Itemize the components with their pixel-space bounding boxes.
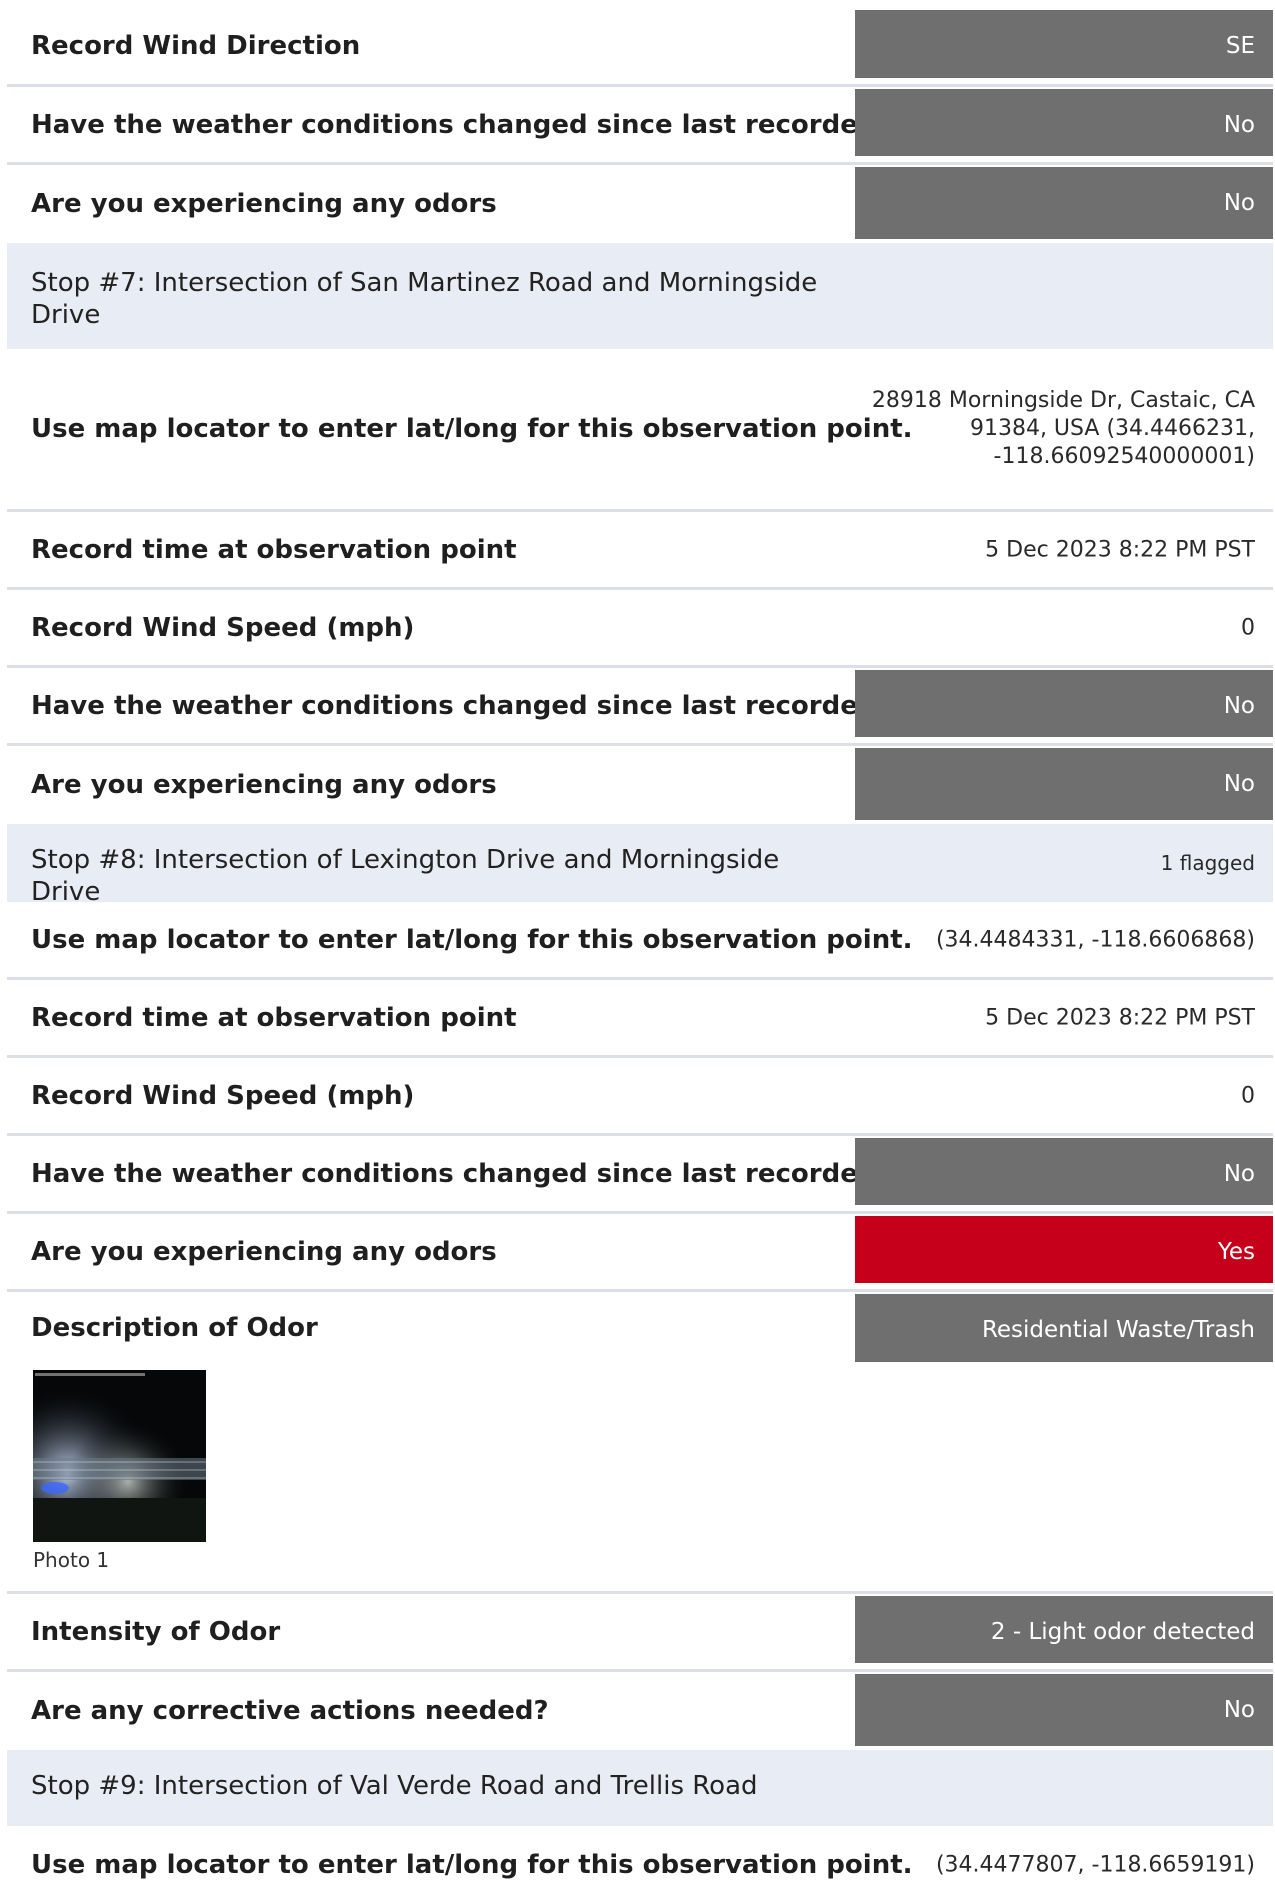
- row-label: Use map locator to enter lat/long for th…: [31, 414, 913, 444]
- answer-value: Residential Waste/Trash: [981, 1317, 1255, 1343]
- location-value: 28918 Morningside Dr, Castaic, CA 91384,…: [871, 388, 1255, 469]
- report-row: Use map locator to enter lat/long for th…: [7, 349, 1273, 512]
- answer-value: No: [1223, 693, 1255, 719]
- stop-header: Stop #7: Intersection of San Martinez Ro…: [7, 243, 1273, 349]
- report-row: Record Wind Speed (mph) 0: [7, 590, 1273, 668]
- stop-header: Stop #8: Intersection of Lexington Drive…: [7, 824, 1273, 907]
- row-label: Have the weather conditions changed sinc…: [31, 1158, 892, 1189]
- time-value: 5 Dec 2023 8:22 PM PST: [985, 1005, 1255, 1030]
- answer-box: SE: [855, 10, 1273, 78]
- report-row: Use map locator to enter lat/long for th…: [7, 1826, 1273, 1904]
- inspection-report: Record Wind Direction SE Have the weathe…: [0, 0, 1275, 1904]
- report-row: Record Wind Speed (mph) 0: [7, 1058, 1273, 1136]
- row-label: Record Wind Speed (mph): [31, 1080, 415, 1111]
- odor-photo-thumbnail[interactable]: [33, 1370, 206, 1542]
- row-label: Description of Odor: [31, 1313, 318, 1343]
- answer-box: No: [855, 167, 1273, 239]
- row-label: Use map locator to enter lat/long for th…: [31, 1850, 913, 1880]
- location-value: (34.4484331, -118.6606868): [935, 927, 1255, 952]
- row-label: Record Wind Speed (mph): [31, 612, 415, 643]
- photo-caption: Photo 1: [33, 1548, 110, 1572]
- answer-box: No: [855, 748, 1273, 820]
- answer-box: 2 - Light odor detected: [855, 1596, 1273, 1663]
- row-label: Use map locator to enter lat/long for th…: [31, 924, 913, 955]
- row-label: Have the weather conditions changed sinc…: [31, 690, 892, 721]
- answer-value: No: [1223, 771, 1255, 797]
- wind-speed-value: 0: [1241, 615, 1255, 640]
- flagged-count: 1 flagged: [1160, 851, 1255, 875]
- answer-box-alert: Yes: [855, 1216, 1273, 1283]
- report-row: Use map locator to enter lat/long for th…: [7, 902, 1273, 980]
- report-row: Are you experiencing any odors No: [7, 746, 1273, 824]
- row-label: Are you experiencing any odors: [31, 189, 497, 219]
- row-label: Have the weather conditions changed sinc…: [31, 109, 892, 140]
- report-row: Record time at observation point 5 Dec 2…: [7, 980, 1273, 1058]
- answer-box: No: [855, 670, 1273, 737]
- answer-value: Yes: [1217, 1239, 1255, 1265]
- answer-value: 2 - Light odor detected: [990, 1619, 1255, 1645]
- answer-value: No: [1223, 112, 1255, 138]
- row-label: Are you experiencing any odors: [31, 770, 497, 800]
- report-row: Intensity of Odor 2 - Light odor detecte…: [7, 1594, 1273, 1672]
- report-row: Have the weather conditions changed sinc…: [7, 668, 1273, 746]
- stop-title: Stop #9: Intersection of Val Verde Road …: [31, 1771, 758, 1801]
- answer-value: No: [1223, 1697, 1255, 1723]
- report-row: Have the weather conditions changed sinc…: [7, 87, 1273, 165]
- answer-box: No: [855, 1674, 1273, 1746]
- row-label: Intensity of Odor: [31, 1616, 281, 1647]
- answer-value: No: [1223, 1161, 1255, 1187]
- row-label: Record time at observation point: [31, 534, 517, 565]
- row-label: Record time at observation point: [31, 1002, 517, 1033]
- report-row: Are you experiencing any odors Yes: [7, 1214, 1273, 1292]
- report-row: Record time at observation point 5 Dec 2…: [7, 512, 1273, 590]
- answer-value: SE: [1225, 33, 1255, 59]
- row-label: Record Wind Direction: [31, 31, 361, 61]
- wind-speed-value: 0: [1241, 1083, 1255, 1108]
- report-row: Have the weather conditions changed sinc…: [7, 1136, 1273, 1214]
- stop-title: Stop #8: Intersection of Lexington Drive…: [31, 845, 780, 907]
- report-row: Are you experiencing any odors No: [7, 165, 1273, 243]
- report-row: Are any corrective actions needed? No: [7, 1672, 1273, 1750]
- answer-box: Residential Waste/Trash: [855, 1294, 1273, 1362]
- photo-image: [33, 1370, 206, 1542]
- stop-title: Stop #7: Intersection of San Martinez Ro…: [31, 268, 818, 330]
- row-label: Are any corrective actions needed?: [31, 1696, 549, 1726]
- report-row: Record Wind Direction SE: [7, 8, 1273, 87]
- location-value: (34.4477807, -118.6659191): [935, 1852, 1255, 1878]
- answer-box: No: [855, 89, 1273, 156]
- stop-header: Stop #9: Intersection of Val Verde Road …: [7, 1750, 1273, 1826]
- time-value: 5 Dec 2023 8:22 PM PST: [985, 537, 1255, 562]
- answer-value: No: [1223, 190, 1255, 216]
- answer-box: No: [855, 1138, 1273, 1205]
- row-label: Are you experiencing any odors: [31, 1236, 497, 1267]
